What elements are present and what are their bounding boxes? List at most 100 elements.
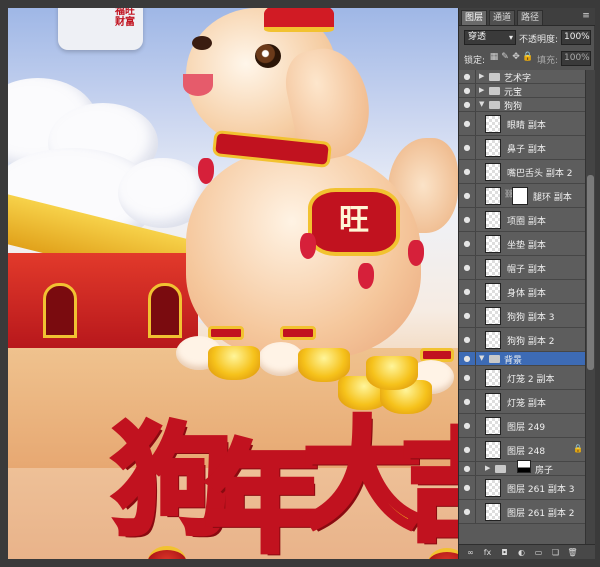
layer-row[interactable]: ● 嘴巴舌头 副本 2 xyxy=(459,160,585,184)
bib-character: 旺 xyxy=(339,203,369,238)
layer-thumbnail[interactable] xyxy=(485,187,501,205)
layer-row[interactable]: ● 狗狗 副本 3 xyxy=(459,304,585,328)
collapse-triangle-icon[interactable]: ▶ xyxy=(479,72,484,80)
layer-thumbnail[interactable] xyxy=(485,211,501,229)
layer-thumbnail[interactable] xyxy=(485,163,501,181)
lock-transparency-icon[interactable]: ▦ xyxy=(489,52,499,63)
layer-row[interactable]: ● 灯笼 2 副本 xyxy=(459,366,585,390)
layer-thumbnail[interactable] xyxy=(485,235,501,253)
layer-group-row[interactable]: ● ▶ 艺术字 xyxy=(459,70,585,84)
visibility-eye-icon[interactable]: ● xyxy=(461,239,473,248)
layer-lock-icon: 🔒 xyxy=(573,444,583,453)
layer-row[interactable]: ● 项圈 副本 xyxy=(459,208,585,232)
layer-group-row[interactable]: ● ▶ 房子 xyxy=(459,460,585,476)
folder-icon xyxy=(495,465,506,473)
row-divider xyxy=(475,280,476,303)
layer-thumbnail[interactable] xyxy=(485,115,501,133)
layer-row[interactable]: ● 身体 副本 xyxy=(459,280,585,304)
layer-row[interactable]: ● 灯笼 副本 xyxy=(459,390,585,414)
layer-row[interactable]: ● 眼睛 副本 xyxy=(459,112,585,136)
visibility-eye-icon[interactable]: ● xyxy=(461,397,473,406)
opacity-input[interactable]: 100% xyxy=(561,30,591,45)
row-divider xyxy=(475,184,476,207)
layer-group-row[interactable]: ● ▶ 元宝 xyxy=(459,84,585,98)
layer-name: 图层 248 xyxy=(507,447,546,457)
visibility-eye-icon[interactable]: ● xyxy=(461,507,473,516)
layer-row[interactable]: ● 帽子 副本 xyxy=(459,256,585,280)
link-icon[interactable]: ∞ xyxy=(465,547,476,558)
layer-group-row[interactable]: ● ▼ 狗狗 xyxy=(459,98,585,112)
mask-icon[interactable]: ◘ xyxy=(499,547,510,558)
layer-row[interactable]: ● 狗狗 副本 2 xyxy=(459,328,585,352)
layer-row[interactable]: ● 坐垫 副本 xyxy=(459,232,585,256)
tab-layers[interactable]: 图层 xyxy=(461,10,488,25)
layer-row[interactable]: ● 图层 248 🔒 xyxy=(459,438,585,462)
lock-all-icon[interactable]: 🔒 xyxy=(522,52,533,63)
trash-icon[interactable]: 🗑 xyxy=(567,547,578,558)
visibility-eye-icon[interactable]: ● xyxy=(461,335,473,344)
layer-row[interactable]: ● 图层 249 xyxy=(459,414,585,438)
layer-thumbnail[interactable] xyxy=(485,369,501,387)
panel-menu-icon[interactable]: ≡ xyxy=(580,11,592,23)
adjustment-icon[interactable]: ◐ xyxy=(516,547,527,558)
lock-paint-icon[interactable]: ✎ xyxy=(500,52,510,63)
visibility-eye-icon[interactable]: ● xyxy=(461,119,473,128)
layer-thumbnail[interactable] xyxy=(485,441,501,459)
folder-icon xyxy=(489,87,500,95)
mask-link-icon[interactable]: ⛓ xyxy=(504,189,514,201)
tab-paths[interactable]: 路径 xyxy=(517,10,544,25)
folder-icon xyxy=(489,101,500,109)
lock-move-icon[interactable]: ✥ xyxy=(511,52,521,63)
layer-thumbnail[interactable] xyxy=(485,417,501,435)
layer-row[interactable]: ● 鼻子 副本 xyxy=(459,136,585,160)
collapse-triangle-icon[interactable]: ▶ xyxy=(485,464,490,472)
layer-group-row[interactable]: ● ▼ 背景 xyxy=(459,352,585,366)
fx-icon[interactable]: fx xyxy=(482,547,493,558)
layer-row[interactable]: ● ⛓ 腿环 副本 xyxy=(459,184,585,208)
layer-thumbnail[interactable] xyxy=(485,393,501,411)
expand-triangle-icon[interactable]: ▼ xyxy=(479,354,484,362)
fill-input[interactable]: 100% xyxy=(561,51,591,66)
visibility-eye-icon[interactable]: ● xyxy=(461,143,473,152)
layer-mask-thumbnail[interactable] xyxy=(517,460,531,473)
layer-thumbnail[interactable] xyxy=(485,503,501,521)
palace-door xyxy=(148,283,182,338)
document-canvas[interactable]: 福旺财富 旺 狗 年 大 吉 xyxy=(8,8,458,559)
layer-thumbnail[interactable] xyxy=(485,259,501,277)
new-layer-icon[interactable]: ❏ xyxy=(550,547,561,558)
visibility-eye-icon[interactable]: ● xyxy=(461,287,473,296)
layer-thumbnail[interactable] xyxy=(485,283,501,301)
blend-mode-select[interactable]: 穿透 ▾ xyxy=(464,30,516,45)
collapse-triangle-icon[interactable]: ▶ xyxy=(479,86,484,94)
tab-channels[interactable]: 通道 xyxy=(489,10,516,25)
visibility-eye-icon[interactable]: ● xyxy=(461,100,473,109)
visibility-eye-icon[interactable]: ● xyxy=(461,86,473,95)
visibility-eye-icon[interactable]: ● xyxy=(461,373,473,382)
layer-list-scrollbar[interactable] xyxy=(585,70,595,544)
layer-thumbnail[interactable] xyxy=(485,479,501,497)
visibility-eye-icon[interactable]: ● xyxy=(461,464,473,473)
layer-row[interactable]: ● 图层 261 副本 3 xyxy=(459,476,585,500)
visibility-eye-icon[interactable]: ● xyxy=(461,72,473,81)
layer-name: 狗狗 xyxy=(504,102,523,112)
layer-name: 帽子 副本 xyxy=(507,265,546,275)
visibility-eye-icon[interactable]: ● xyxy=(461,191,473,200)
visibility-eye-icon[interactable]: ● xyxy=(461,263,473,272)
visibility-eye-icon[interactable]: ● xyxy=(461,215,473,224)
visibility-eye-icon[interactable]: ● xyxy=(461,483,473,492)
expand-triangle-icon[interactable]: ▼ xyxy=(479,100,484,108)
layer-thumbnail[interactable] xyxy=(485,139,501,157)
visibility-eye-icon[interactable]: ● xyxy=(461,445,473,454)
visibility-eye-icon[interactable]: ● xyxy=(461,421,473,430)
folder-icon[interactable]: ▭ xyxy=(533,547,544,558)
visibility-eye-icon[interactable]: ● xyxy=(461,354,473,363)
layer-thumbnail[interactable] xyxy=(485,307,501,325)
visibility-eye-icon[interactable]: ● xyxy=(461,311,473,320)
layer-thumbnail[interactable] xyxy=(485,331,501,349)
row-divider xyxy=(475,70,476,83)
row-divider xyxy=(475,366,476,389)
visibility-eye-icon[interactable]: ● xyxy=(461,167,473,176)
layer-mask-thumbnail[interactable] xyxy=(512,187,528,205)
scrollbar-thumb[interactable] xyxy=(587,175,594,370)
layer-row[interactable]: ● 图层 261 副本 2 xyxy=(459,500,585,524)
